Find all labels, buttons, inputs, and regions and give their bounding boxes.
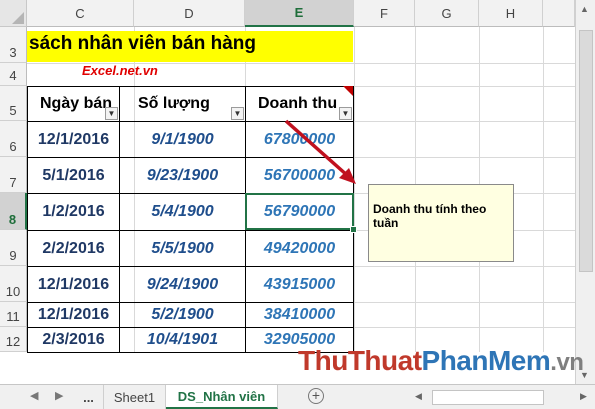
column-header-next[interactable] <box>543 0 575 27</box>
column-header-d[interactable]: D <box>134 0 245 27</box>
revenue-cell[interactable]: 38410000 <box>245 302 354 328</box>
qty-cell[interactable]: 5/5/1900 <box>119 230 246 267</box>
column-header-e[interactable]: E <box>245 0 354 27</box>
date-cell[interactable]: 12/1/2016 <box>27 266 120 303</box>
revenue-cell[interactable]: 49420000 <box>245 230 354 267</box>
scroll-right-icon[interactable]: ▶ <box>580 391 587 402</box>
header-label: Ngày bán <box>40 95 113 112</box>
revenue-cell[interactable]: 43915000 <box>245 266 354 303</box>
table-row: 2/2/2016 5/5/1900 49420000 <box>27 230 354 267</box>
watermark-part: .vn <box>550 349 584 376</box>
scroll-left-icon[interactable]: ◀ <box>415 391 422 402</box>
active-cell-border <box>245 193 354 230</box>
brand-text: Excel.net.vn <box>82 63 158 78</box>
revenue-cell[interactable]: 67800000 <box>245 121 354 158</box>
date-cell[interactable]: 2/2/2016 <box>27 230 120 267</box>
filter-dropdown-icon[interactable]: ▼ <box>105 107 118 120</box>
table-header-row: Ngày bán ▼ Số lượng ▼ Doanh thu ▼ <box>27 86 354 122</box>
qty-cell[interactable]: 9/24/1900 <box>119 266 246 303</box>
select-all-triangle-icon <box>12 12 24 24</box>
row-header-5[interactable]: 5 <box>0 86 27 121</box>
column-header-g[interactable]: G <box>415 0 479 27</box>
column-header-f[interactable]: F <box>354 0 415 27</box>
qty-cell[interactable]: 9/1/1900 <box>119 121 246 158</box>
fill-handle[interactable] <box>350 226 357 233</box>
qty-cell[interactable]: 5/4/1900 <box>119 193 246 231</box>
row-header-8[interactable]: 8 <box>0 193 27 230</box>
filter-dropdown-icon[interactable]: ▼ <box>339 107 352 120</box>
row-header-3[interactable]: 3 <box>0 27 27 63</box>
vertical-scroll-thumb[interactable] <box>579 30 593 272</box>
sheet-title: sách nhân viên bán hàng <box>29 33 256 54</box>
header-cell-qty[interactable]: Số lượng ▼ <box>119 86 246 122</box>
vertical-scrollbar[interactable]: ▲ ▼ <box>575 0 595 384</box>
date-cell[interactable]: 12/1/2016 <box>27 121 120 158</box>
qty-cell[interactable]: 5/2/1900 <box>119 302 246 328</box>
select-all-corner[interactable] <box>0 0 27 27</box>
filter-dropdown-icon[interactable]: ▼ <box>231 107 244 120</box>
header-cell-revenue[interactable]: Doanh thu ▼ <box>245 86 354 122</box>
next-sheet-icon[interactable]: ▶ <box>55 389 63 402</box>
tab-ds-nhan-vien[interactable]: DS_Nhân viên <box>166 385 278 409</box>
qty-cell[interactable]: 10/4/1901 <box>119 327 246 353</box>
revenue-cell[interactable]: 56700000 <box>245 157 354 194</box>
scroll-up-icon[interactable]: ▲ <box>580 4 589 14</box>
table-row: 12/1/2016 5/2/1900 38410000 <box>27 302 354 328</box>
tab-sheet1[interactable]: Sheet1 <box>104 385 166 409</box>
watermark-part: Thu <box>298 345 348 376</box>
date-cell[interactable]: 5/1/2016 <box>27 157 120 194</box>
watermark-part: PhanMem <box>421 345 551 376</box>
row-header-7[interactable]: 7 <box>0 157 27 193</box>
prev-sheet-icon[interactable]: ◀ <box>30 389 38 402</box>
watermark-part: Thuat <box>347 345 422 376</box>
date-cell[interactable]: 12/1/2016 <box>27 302 120 328</box>
row-header-10[interactable]: 10 <box>0 266 27 302</box>
column-header-h[interactable]: H <box>479 0 543 27</box>
row-header-4[interactable]: 4 <box>0 63 27 86</box>
table-row: 12/1/2016 9/24/1900 43915000 <box>27 266 354 303</box>
row-header-12[interactable]: 12 <box>0 327 27 352</box>
row-header-9[interactable]: 9 <box>0 230 27 266</box>
row-header-6[interactable]: 6 <box>0 121 27 157</box>
row-header-11[interactable]: 11 <box>0 302 27 327</box>
add-sheet-button[interactable]: + <box>308 388 324 404</box>
table-row: 12/1/2016 9/1/1900 67800000 <box>27 121 354 158</box>
sheet-tab-bar: ◀ ▶ ... Sheet1 DS_Nhân viên + ◀ ▶ <box>0 384 595 409</box>
date-cell[interactable]: 2/3/2016 <box>27 327 120 353</box>
qty-cell[interactable]: 9/23/1900 <box>119 157 246 194</box>
header-cell-date[interactable]: Ngày bán ▼ <box>27 86 120 122</box>
watermark-logo: ThuThuatPhanMem.vn <box>298 345 584 377</box>
column-header-c[interactable]: C <box>27 0 134 27</box>
header-label: Số lượng <box>138 95 210 112</box>
date-cell[interactable]: 1/2/2016 <box>27 193 120 231</box>
cell-comment[interactable]: Doanh thu tính theo tuần <box>368 184 514 262</box>
more-sheets-button[interactable]: ... <box>74 385 104 409</box>
header-label: Doanh thu <box>258 95 338 112</box>
horizontal-scroll-thumb[interactable] <box>432 390 544 405</box>
table-row: 5/1/2016 9/23/1900 56700000 <box>27 157 354 194</box>
